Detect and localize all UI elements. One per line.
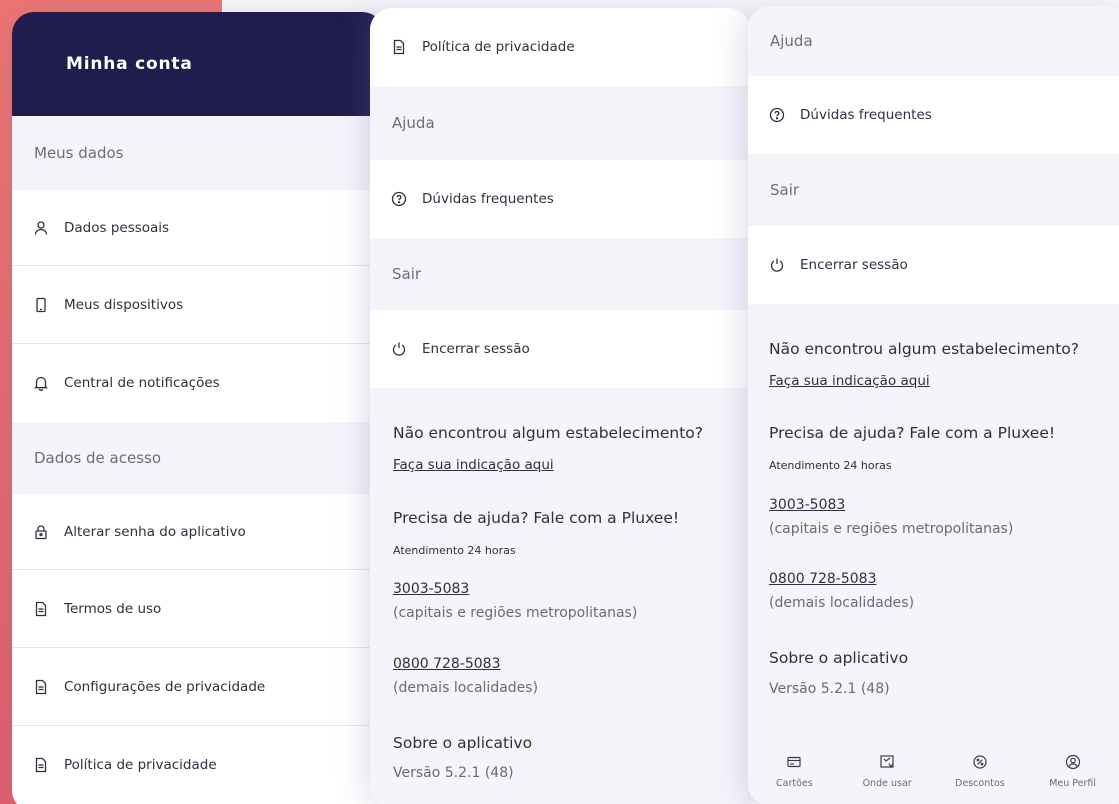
discount-icon bbox=[973, 755, 987, 769]
profile-icon bbox=[1065, 754, 1080, 770]
menu-item-encerrar-sessao[interactable]: Encerrar sessão bbox=[370, 310, 750, 388]
about-app-title: Sobre o aplicativo bbox=[769, 649, 909, 667]
phone-desc-capitais: (capitais e regiões metropolitanas) bbox=[393, 605, 638, 621]
help-contact-title: Precisa de ajuda? Fale com a Pluxee! bbox=[393, 509, 680, 527]
document-icon bbox=[32, 678, 50, 696]
card-icon bbox=[787, 756, 801, 768]
phone-desc-demais: (demais localidades) bbox=[769, 595, 915, 611]
menu-item-duvidas-frequentes[interactable]: Dúvidas frequentes bbox=[370, 160, 750, 238]
indicacao-link[interactable]: Faça sua indicação aqui bbox=[393, 457, 554, 473]
tab-descontos[interactable]: Descontos bbox=[934, 748, 1027, 804]
menu-item-meus-dispositivos[interactable]: Meus dispositivos bbox=[12, 266, 384, 344]
menu-item-label: Encerrar sessão bbox=[800, 257, 908, 273]
menu-item-termos-uso[interactable]: Termos de uso bbox=[12, 570, 384, 648]
menu-item-dados-pessoais[interactable]: Dados pessoais bbox=[12, 190, 384, 266]
menu-item-label: Encerrar sessão bbox=[422, 341, 530, 357]
indicacao-link[interactable]: Faça sua indicação aqui bbox=[769, 373, 930, 389]
screen-minha-conta-bottom: Ajuda Dúvidas frequentes Sair Encerrar s… bbox=[748, 6, 1119, 804]
menu-item-politica-privacidade[interactable]: Política de privacidade bbox=[12, 726, 384, 804]
help-contact-title: Precisa de ajuda? Fale com a Pluxee! bbox=[769, 424, 1056, 442]
tab-label: Cartões bbox=[776, 778, 813, 789]
tab-onde-usar[interactable]: Onde usar bbox=[841, 748, 934, 804]
power-icon bbox=[390, 340, 408, 358]
menu-item-config-privacidade[interactable]: Configurações de privacidade bbox=[12, 648, 384, 726]
bell-icon bbox=[32, 374, 50, 392]
app-version: Versão 5.2.1 (48) bbox=[393, 765, 514, 781]
not-found-question: Não encontrou algum estabelecimento? bbox=[769, 340, 1080, 358]
tab-label: Descontos bbox=[955, 778, 1005, 789]
phone-link-demais[interactable]: 0800 728-5083 bbox=[393, 656, 500, 672]
section-meus-dados: Meus dados bbox=[12, 116, 384, 190]
tab-label: Meu Perfil bbox=[1049, 778, 1097, 789]
section-sair: Sair bbox=[748, 154, 1119, 226]
menu-item-label: Dúvidas frequentes bbox=[800, 107, 932, 123]
document-icon bbox=[32, 756, 50, 774]
menu-item-politica-privacidade[interactable]: Política de privacidade bbox=[370, 8, 750, 86]
lock-icon bbox=[32, 523, 50, 541]
bottom-tab-bar: Cartões Onde usar Descontos Meu Perfil bbox=[748, 748, 1119, 804]
not-found-question: Não encontrou algum estabelecimento? bbox=[393, 424, 704, 442]
power-icon bbox=[768, 256, 786, 274]
menu-item-encerrar-sessao[interactable]: Encerrar sessão bbox=[748, 226, 1119, 304]
menu-item-label: Dúvidas frequentes bbox=[422, 191, 554, 207]
page-title: Minha conta bbox=[12, 12, 384, 116]
menu-item-label: Configurações de privacidade bbox=[64, 678, 266, 695]
phone-link-capitais[interactable]: 3003-5083 bbox=[769, 497, 845, 513]
section-sair: Sair bbox=[370, 238, 750, 310]
tab-meu-perfil[interactable]: Meu Perfil bbox=[1026, 748, 1119, 804]
menu-item-label: Termos de uso bbox=[64, 600, 162, 617]
screen-minha-conta: Minha conta Meus dados Dados pessoais Me… bbox=[12, 12, 384, 804]
section-dados-acesso: Dados de acesso bbox=[12, 422, 384, 494]
help-circle-icon bbox=[390, 190, 408, 208]
document-icon bbox=[32, 600, 50, 618]
map-icon bbox=[880, 755, 894, 769]
app-version: Versão 5.2.1 (48) bbox=[769, 681, 890, 697]
attendance-hours: Atendimento 24 horas bbox=[769, 459, 892, 472]
about-app-title: Sobre o aplicativo bbox=[393, 734, 533, 752]
phone-link-demais[interactable]: 0800 728-5083 bbox=[769, 571, 876, 587]
menu-item-duvidas-frequentes[interactable]: Dúvidas frequentes bbox=[748, 76, 1119, 154]
attendance-hours: Atendimento 24 horas bbox=[393, 544, 516, 557]
person-icon bbox=[32, 219, 50, 237]
menu-item-label: Alterar senha do aplicativo bbox=[64, 523, 246, 540]
phone-icon bbox=[32, 296, 50, 314]
phone-link-capitais[interactable]: 3003-5083 bbox=[393, 581, 469, 597]
tab-label: Onde usar bbox=[862, 778, 912, 789]
phone-desc-capitais: (capitais e regiões metropolitanas) bbox=[769, 521, 1014, 537]
menu-item-label: Meus dispositivos bbox=[64, 296, 184, 313]
screen-minha-conta-scrolled: Política de privacidade Ajuda Dúvidas fr… bbox=[370, 8, 750, 804]
menu-item-label: Política de privacidade bbox=[64, 757, 217, 773]
menu-item-label: Política de privacidade bbox=[422, 39, 575, 55]
help-circle-icon bbox=[768, 106, 786, 124]
tab-cartoes[interactable]: Cartões bbox=[748, 748, 841, 804]
menu-item-label: Central de notificações bbox=[64, 375, 220, 391]
section-ajuda: Ajuda bbox=[370, 86, 750, 160]
menu-item-central-notificacoes[interactable]: Central de notificações bbox=[12, 344, 384, 422]
phone-desc-demais: (demais localidades) bbox=[393, 680, 539, 696]
document-icon bbox=[390, 38, 408, 56]
menu-item-alterar-senha[interactable]: Alterar senha do aplicativo bbox=[12, 494, 384, 570]
section-ajuda: Ajuda bbox=[748, 6, 1119, 76]
menu-item-label: Dados pessoais bbox=[64, 219, 170, 236]
